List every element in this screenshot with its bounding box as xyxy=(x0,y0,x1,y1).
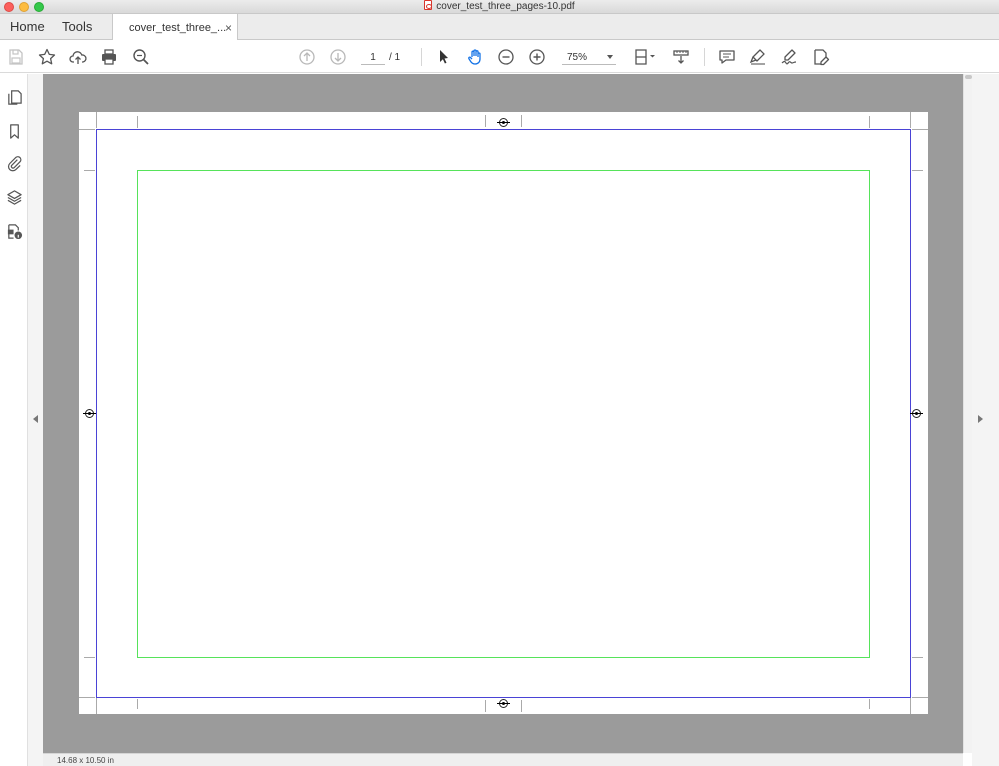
sign-icon[interactable] xyxy=(778,46,800,68)
status-bar: 14.68 x 10.50 in xyxy=(43,753,963,766)
crop-mark xyxy=(137,116,138,128)
toolbar-divider xyxy=(421,48,422,66)
crop-mark xyxy=(485,115,486,127)
crop-mark xyxy=(910,112,911,128)
right-pane-toggle[interactable] xyxy=(972,74,999,766)
scrollbar-thumb[interactable] xyxy=(965,75,972,79)
chevron-right-icon xyxy=(978,415,983,423)
left-navigation-pane xyxy=(0,74,28,766)
page-total-label: / 1 xyxy=(389,52,401,63)
save-icon[interactable] xyxy=(5,46,27,68)
bookmarks-icon[interactable] xyxy=(4,121,24,141)
acrobat-window: cover_test_three_pages-10.pdf Home Tools… xyxy=(0,0,999,766)
scroll-mode-icon[interactable] xyxy=(670,46,692,68)
crop-mark xyxy=(912,129,928,130)
page-thumbnails-icon[interactable] xyxy=(4,87,24,107)
crop-mark xyxy=(79,129,95,130)
search-zoom-icon[interactable] xyxy=(130,46,152,68)
left-pane-toggle[interactable] xyxy=(28,74,43,766)
comment-icon[interactable] xyxy=(716,46,738,68)
chevron-down-icon xyxy=(607,55,613,59)
pdf-page xyxy=(79,112,928,714)
zoom-out-icon[interactable] xyxy=(495,46,517,68)
cloud-upload-icon[interactable] xyxy=(67,46,89,68)
window-title-text: cover_test_three_pages-10.pdf xyxy=(436,1,575,12)
registration-mark-right xyxy=(910,409,923,418)
tab-bar: Home Tools cover_test_three_... × xyxy=(0,14,999,41)
crop-mark xyxy=(137,699,138,709)
highlight-icon[interactable] xyxy=(747,46,769,68)
bookmark-star-icon[interactable] xyxy=(36,46,58,68)
tab-home[interactable]: Home xyxy=(0,14,55,40)
tab-tools[interactable]: Tools xyxy=(52,14,102,40)
select-cursor-icon[interactable] xyxy=(433,46,455,68)
crop-mark xyxy=(84,170,95,171)
security-info-icon[interactable] xyxy=(4,221,24,241)
page-size-label: 14.68 x 10.50 in xyxy=(57,756,114,765)
window-title: cover_test_three_pages-10.pdf xyxy=(0,0,999,14)
registration-mark-bottom xyxy=(497,699,510,708)
registration-mark-top xyxy=(497,118,510,127)
print-icon[interactable] xyxy=(98,46,120,68)
page-fit-icon[interactable] xyxy=(632,46,658,68)
edit-pdf-icon[interactable] xyxy=(810,46,832,68)
crop-mark xyxy=(912,170,923,171)
crop-mark xyxy=(96,698,97,714)
zoom-level-value: 75% xyxy=(567,52,588,63)
hand-tool-icon[interactable] xyxy=(464,46,486,68)
document-tab-label: cover_test_three_... xyxy=(129,22,227,34)
crop-mark xyxy=(869,116,870,128)
crop-mark xyxy=(912,657,923,658)
registration-mark-left xyxy=(83,409,96,418)
crop-mark xyxy=(521,700,522,712)
page-up-icon[interactable] xyxy=(296,46,318,68)
attachments-icon[interactable] xyxy=(4,153,24,173)
crop-mark xyxy=(521,115,522,127)
vertical-scrollbar[interactable] xyxy=(963,74,972,753)
toolbar-divider xyxy=(704,48,705,66)
crop-mark xyxy=(485,700,486,712)
toolbar: 1 / 1 75% xyxy=(0,40,999,73)
layers-icon[interactable] xyxy=(4,187,24,207)
current-page-input[interactable]: 1 xyxy=(361,50,385,65)
tab-document[interactable]: cover_test_three_... × xyxy=(112,14,238,41)
zoom-level-select[interactable]: 75% xyxy=(562,50,616,65)
crop-mark xyxy=(910,698,911,714)
close-tab-button[interactable]: × xyxy=(225,14,232,42)
crop-mark xyxy=(912,697,928,698)
crop-mark xyxy=(869,699,870,709)
crop-mark xyxy=(96,112,97,128)
crop-mark xyxy=(79,697,95,698)
safe-area-box xyxy=(137,170,870,658)
pdf-file-icon xyxy=(424,0,433,10)
crop-mark xyxy=(84,657,95,658)
zoom-in-icon[interactable] xyxy=(526,46,548,68)
page-down-icon[interactable] xyxy=(327,46,349,68)
title-bar: cover_test_three_pages-10.pdf xyxy=(0,0,999,14)
chevron-left-icon xyxy=(33,415,38,423)
